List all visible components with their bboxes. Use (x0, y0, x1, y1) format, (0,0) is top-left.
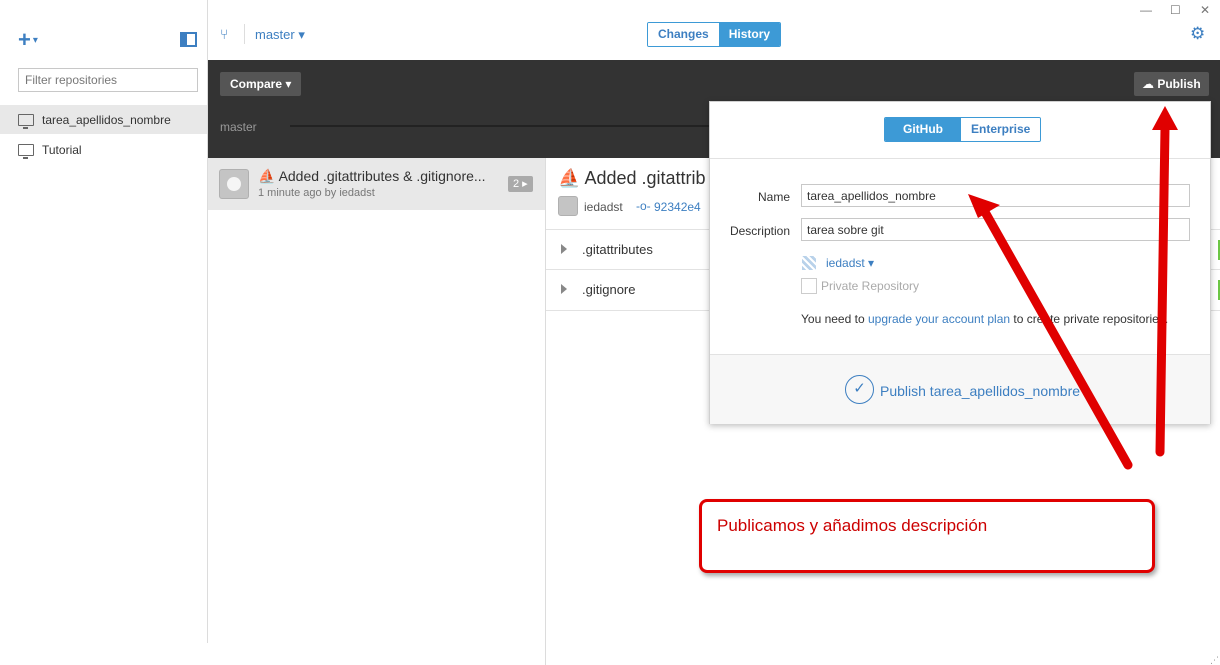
branch-selector[interactable]: master ▾ (255, 27, 305, 43)
divider (710, 158, 1210, 159)
cloud-upload-icon: ☁ (1142, 77, 1154, 91)
commit-author: iedadst (584, 200, 623, 214)
expand-triangle-icon[interactable] (561, 284, 567, 294)
sailboat-icon: ⛵ (558, 168, 581, 188)
maximize-icon[interactable]: ☐ (1170, 3, 1181, 17)
publish-target-tabs: GitHub Enterprise (884, 117, 1042, 142)
minimize-icon[interactable]: — (1140, 3, 1152, 17)
owner-selector[interactable]: iedadst ▾ (826, 256, 874, 270)
gear-icon[interactable]: ⚙ (1190, 24, 1205, 44)
plus-icon: + (18, 27, 31, 52)
description-label: Description (729, 224, 790, 238)
check-circle-icon[interactable]: ✓ (845, 375, 874, 404)
expand-triangle-icon[interactable] (561, 244, 567, 254)
branch-graph-label: master (220, 120, 257, 134)
sailboat-icon: ⛵ (258, 168, 276, 184)
monitor-icon (18, 113, 34, 129)
repository-name-input[interactable] (801, 184, 1190, 207)
commit-meta: 1 minute ago by iedadst (258, 187, 375, 199)
annotation-text: Publicamos y añadimos descripción (717, 516, 988, 535)
top-bar: ⑂ master ▾ Changes History — ☐ ✕ ⚙ (208, 0, 1220, 60)
commit-detail-title: ⛵ Added .gitattrib (558, 168, 706, 188)
tab-changes[interactable]: Changes (648, 23, 719, 46)
tab-history[interactable]: History (718, 23, 781, 46)
caret-down-icon: ▾ (32, 35, 38, 47)
commit-list-item[interactable]: ⛵ Added .gitattributes & .gitignore... 1… (208, 158, 546, 210)
close-icon[interactable]: ✕ (1200, 3, 1210, 17)
name-label: Name (757, 190, 790, 204)
resize-grip-icon[interactable]: ⋰ (1210, 655, 1219, 665)
upgrade-plan-link[interactable]: upgrade your account plan (868, 312, 1010, 326)
add-repository-button[interactable]: + ▾ (18, 29, 38, 51)
publish-button-label: Publish (1157, 77, 1201, 91)
repo-item-tarea-apellidos-nombre[interactable]: tarea_apellidos_nombre (0, 105, 207, 134)
sidebar-toggle-icon[interactable] (180, 32, 197, 47)
file-name: .gitattributes (582, 242, 653, 257)
view-tabs: Changes History (647, 22, 782, 47)
divider (244, 24, 245, 44)
annotation-callout: Publicamos y añadimos descripción (699, 499, 1155, 573)
private-repository-checkbox[interactable] (801, 278, 817, 294)
filter-repositories-input[interactable] (18, 68, 198, 92)
file-name: .gitignore (582, 282, 636, 297)
avatar (558, 196, 578, 216)
avatar (219, 169, 249, 199)
tab-github[interactable]: GitHub (885, 118, 961, 141)
commit-sha-link[interactable]: 92342e4 (654, 200, 701, 214)
publish-repository-button[interactable]: Publish tarea_apellidos_nombre (880, 383, 1080, 399)
monitor-icon (18, 143, 34, 159)
repo-item-label: Tutorial (42, 142, 82, 157)
commit-count-badge: 2 ▸ (508, 176, 533, 192)
tab-enterprise[interactable]: Enterprise (961, 118, 1041, 141)
commit-title: ⛵ Added .gitattributes & .gitignore... (258, 168, 486, 184)
app-window: +▾ tarea_apellidos_nombre Tutorial ⑂ mas… (0, 0, 1220, 665)
commit-icon: -o- (636, 199, 651, 213)
compare-button[interactable]: Compare ▾ (220, 72, 302, 96)
publish-button[interactable]: ☁ Publish (1134, 72, 1209, 96)
branch-icon: ⑂ (220, 26, 229, 42)
branch-graph-line (290, 125, 750, 127)
repo-item-label: tarea_apellidos_nombre (42, 112, 171, 127)
upgrade-notice: You need to upgrade your account plan to… (801, 312, 1169, 326)
repo-item-tutorial[interactable]: Tutorial (0, 135, 207, 164)
organization-avatar-icon (802, 256, 816, 270)
publish-footer: ✓ Publish tarea_apellidos_nombre (710, 355, 1210, 424)
repository-description-input[interactable] (801, 218, 1190, 241)
publish-popover: GitHub Enterprise Name Description iedad… (709, 101, 1211, 424)
private-repository-label: Private Repository (821, 279, 920, 293)
sidebar: +▾ tarea_apellidos_nombre Tutorial (0, 0, 208, 643)
